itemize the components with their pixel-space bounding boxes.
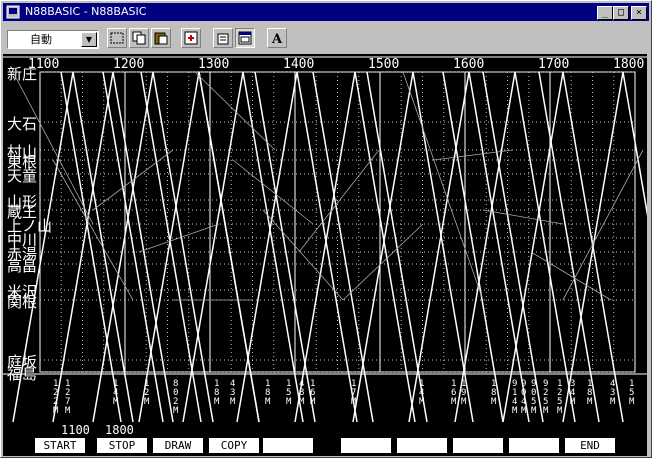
font-button[interactable]: A	[267, 28, 287, 48]
train-number-label: 15M	[286, 379, 292, 407]
train-number-label: 17M	[351, 379, 357, 407]
function-key-8[interactable]	[453, 438, 503, 453]
train-number-label: 125M	[557, 379, 563, 416]
paste-button[interactable]	[151, 28, 171, 48]
minimize-button[interactable]: _	[597, 6, 613, 20]
station-label: 高畠	[7, 257, 37, 275]
local-train-line	[402, 71, 484, 301]
train-line	[198, 71, 260, 423]
range-start-value: 1100	[61, 423, 90, 437]
local-train-line	[92, 149, 174, 211]
stop-key[interactable]: STOP	[97, 438, 147, 453]
train-number-label: 802M	[173, 379, 179, 416]
train-line	[562, 71, 647, 423]
train-diagram: 1100 1200 1300 1400 1500 1600 1700 1800新庄大石村山東根…	[3, 56, 647, 423]
train-number-label: 925M	[543, 379, 549, 416]
time-label: 1600	[453, 57, 484, 72]
mode-select[interactable]: 自動 ▼	[7, 30, 99, 49]
train-number-label: 12M	[144, 379, 150, 407]
train-number-label: 43M	[230, 379, 236, 407]
local-train-line	[138, 223, 220, 253]
local-train-line	[562, 149, 644, 301]
train-line	[352, 71, 474, 423]
train-number-label: 43M	[610, 379, 616, 407]
draw-key[interactable]: DRAW	[153, 438, 203, 453]
time-label: 1400	[283, 57, 314, 72]
function-key-9[interactable]	[509, 438, 559, 453]
function-key-7[interactable]	[397, 438, 447, 453]
window-icon	[238, 31, 252, 45]
station-label: 新庄	[7, 65, 37, 83]
copy-button[interactable]	[129, 28, 149, 48]
paste-icon	[154, 32, 168, 45]
toolbar: 自動 ▼ A	[3, 24, 649, 52]
function-key-6[interactable]	[341, 438, 391, 453]
train-number-label: 16M	[451, 379, 457, 407]
marquee-icon	[110, 32, 124, 44]
train-number-label: 14M	[419, 379, 425, 407]
window-title: N88BASIC - N88BASIC	[25, 5, 147, 18]
app-icon	[6, 5, 20, 19]
close-button[interactable]: ×	[631, 6, 647, 20]
train-line	[442, 71, 504, 423]
train-line	[538, 71, 600, 423]
train-number-label: 18M	[214, 379, 220, 407]
train-line	[138, 71, 260, 423]
range-stop-value: 1800	[105, 423, 134, 437]
train-line	[502, 71, 624, 423]
basic-screen: 1100 1200 1300 1400 1500 1600 1700 1800 新庄 大石 村山 東根…	[3, 54, 647, 456]
train-number-label: 16M	[310, 379, 316, 407]
font-icon: A	[271, 32, 283, 45]
svg-text:A: A	[271, 32, 283, 45]
copy-key[interactable]: COPY	[209, 438, 259, 453]
train-number-label: 914M	[512, 379, 518, 416]
title-bar: N88BASIC - N88BASIC _ □ ×	[3, 3, 649, 21]
fullscreen-icon	[184, 31, 198, 45]
train-number-label: 905M	[531, 379, 537, 416]
function-key-5[interactable]	[263, 438, 313, 453]
train-number-label: 18M	[265, 379, 271, 407]
application-window: N88BASIC - N88BASIC _ □ × 自動 ▼ A 1100 12…	[0, 0, 652, 458]
properties-button[interactable]	[213, 28, 233, 48]
maximize-button[interactable]: □	[613, 6, 629, 20]
time-label: 1200	[113, 57, 144, 72]
properties-icon	[217, 33, 229, 45]
time-label: 1300	[198, 57, 229, 72]
chevron-down-icon[interactable]: ▼	[81, 32, 97, 47]
local-train-line	[194, 71, 276, 151]
start-key[interactable]: START	[35, 438, 85, 453]
train-line	[236, 71, 358, 423]
train-number-label: 34M	[570, 379, 576, 407]
station-label: 天童	[7, 167, 37, 185]
train-number-label: 19M	[461, 379, 467, 407]
train-line	[52, 71, 174, 423]
train-number-label: 18M	[587, 379, 593, 407]
end-key[interactable]: END	[565, 438, 615, 453]
copy-icon	[132, 31, 146, 45]
time-label: 1700	[538, 57, 569, 72]
train-number-label: 48M	[299, 379, 305, 407]
time-label: 1800	[613, 57, 644, 72]
train-number-label: 127M	[65, 379, 71, 416]
fullscreen-button[interactable]	[181, 28, 201, 48]
train-number-label: 18M	[491, 379, 497, 407]
train-line	[408, 71, 530, 423]
train-number-label: 904M	[521, 379, 527, 416]
window-mode-button[interactable]	[235, 28, 255, 48]
train-number-label: 122M	[53, 379, 59, 416]
train-number-label: 14M	[113, 379, 119, 407]
train-number-label: 15M	[629, 379, 635, 407]
time-label: 1500	[368, 57, 399, 72]
mode-select-value: 自動	[30, 33, 52, 46]
select-area-button[interactable]	[107, 28, 127, 48]
train-line	[482, 71, 544, 423]
station-label: 大石	[7, 115, 37, 133]
